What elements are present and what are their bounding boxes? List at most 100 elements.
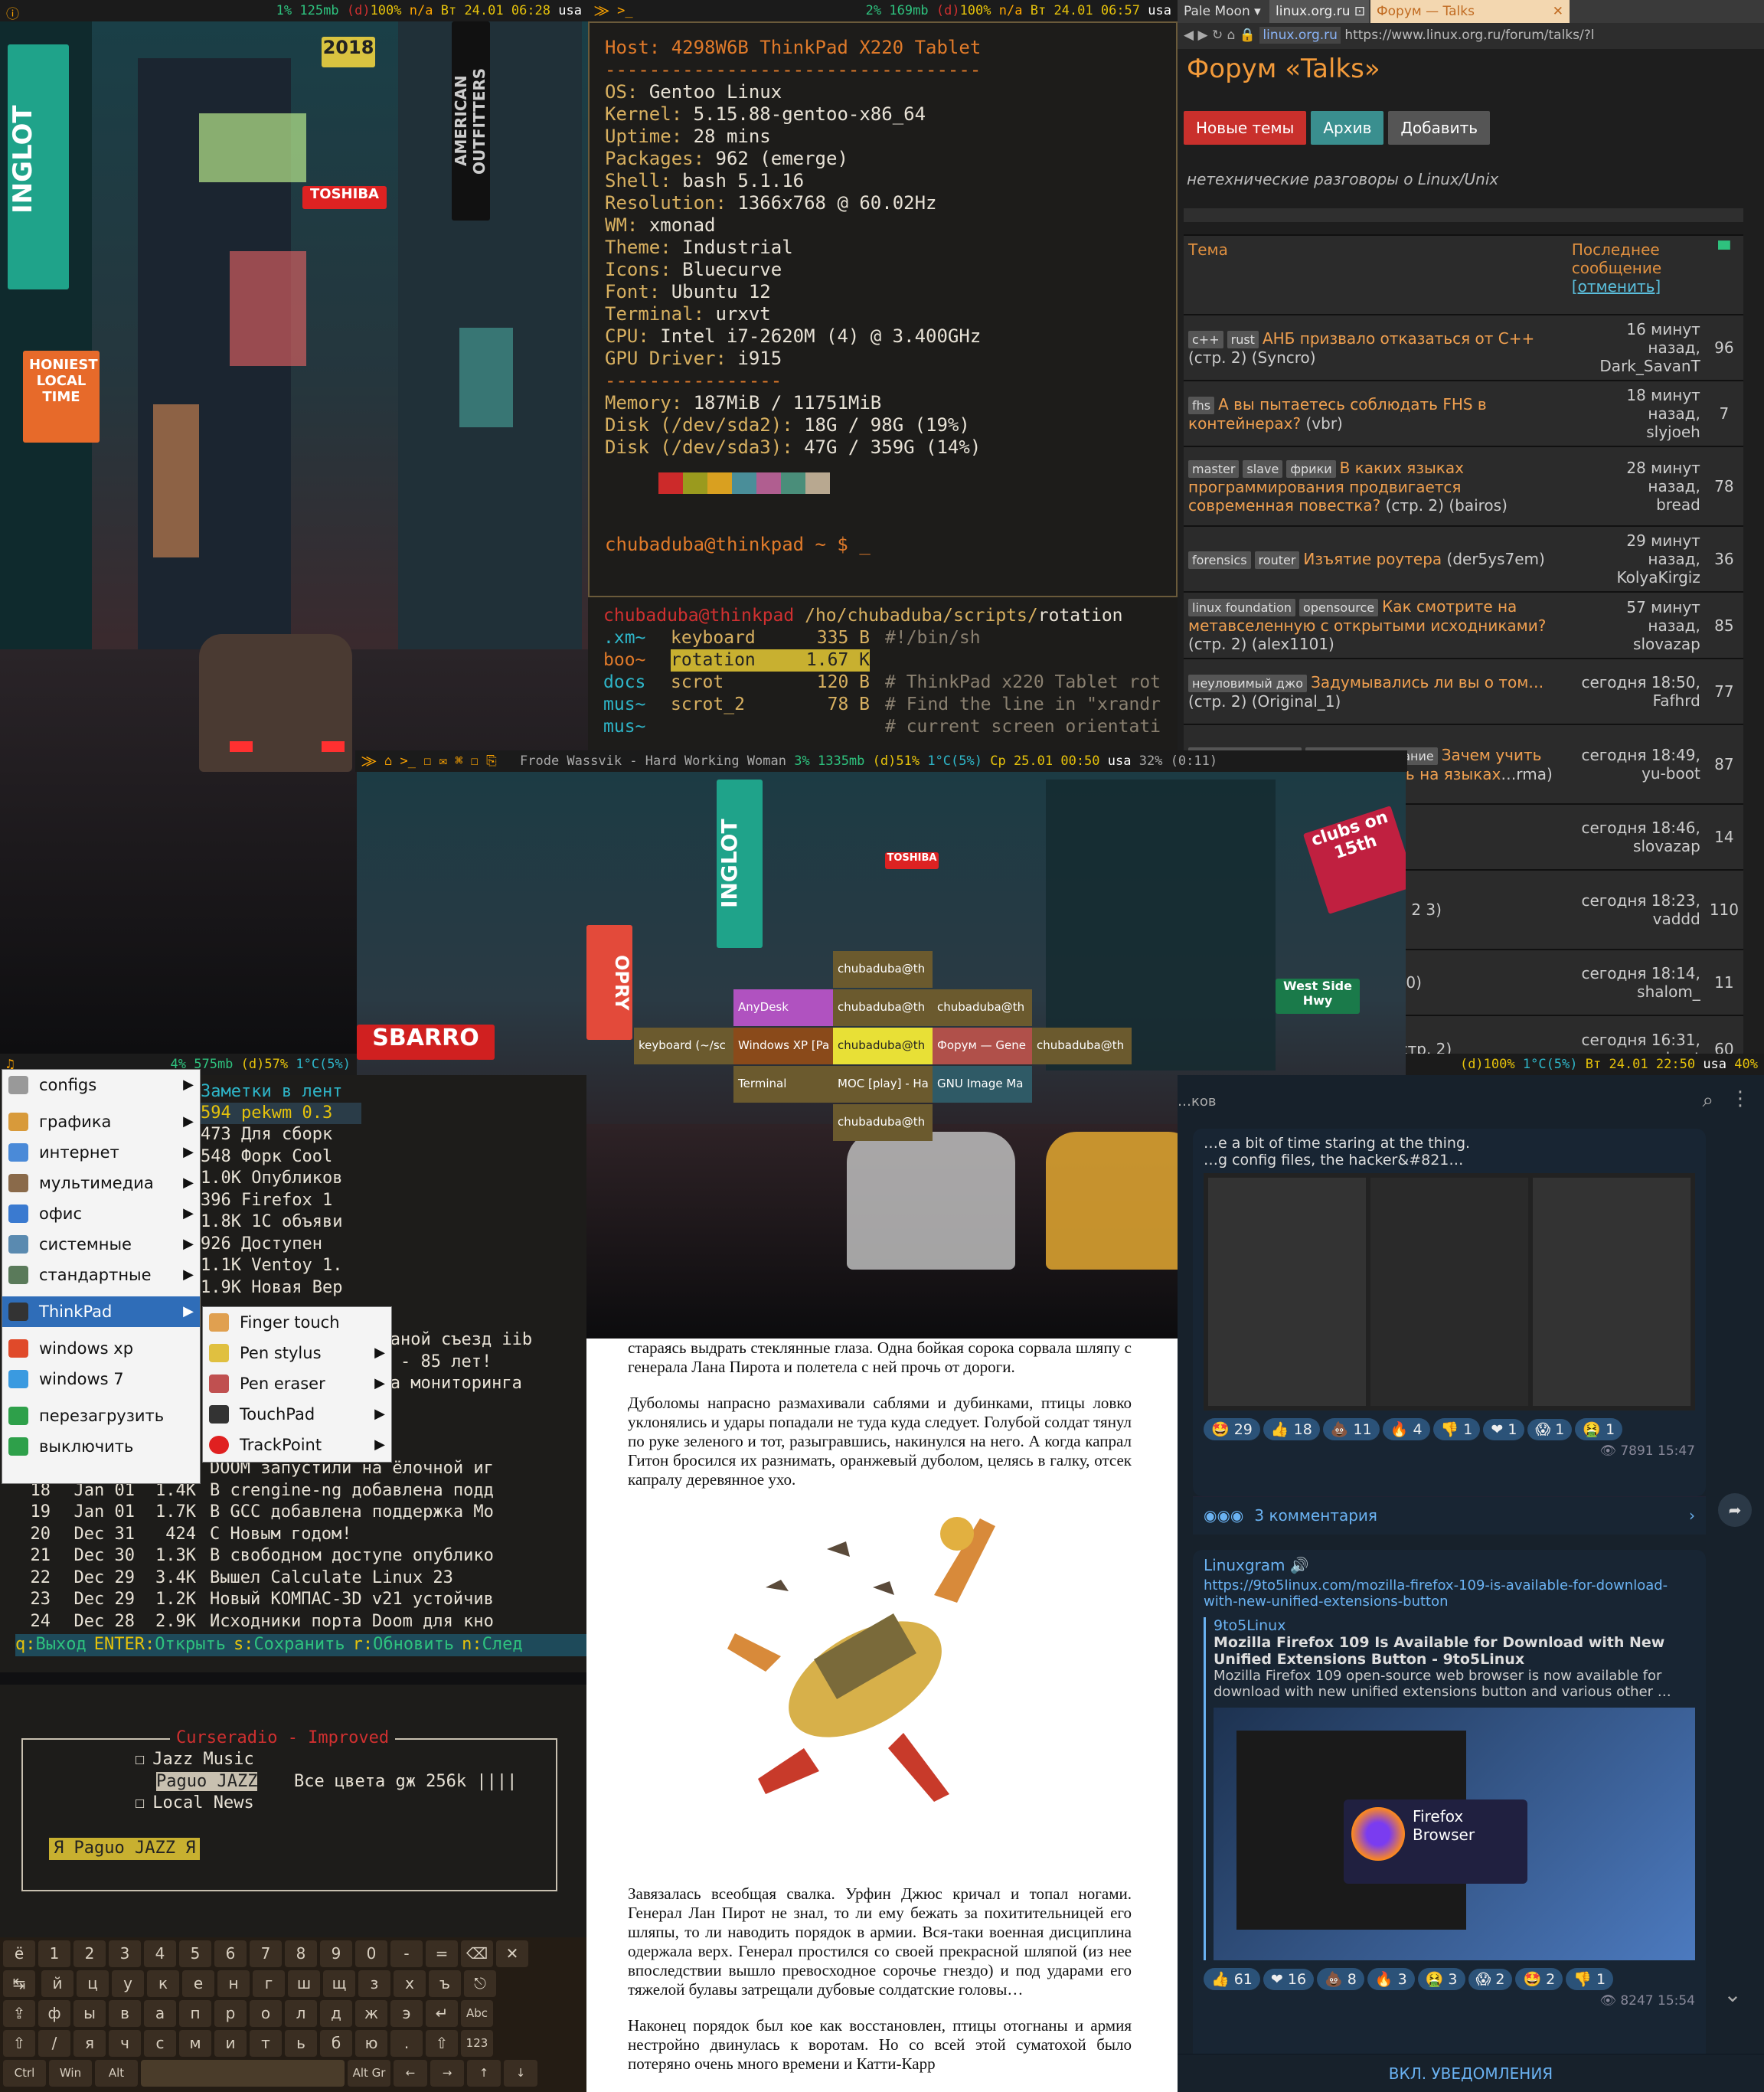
rss-row[interactable]: 21 Dec 30 1.3K В свободном доступе опублико bbox=[15, 1545, 586, 1567]
reaction-badge[interactable]: ❤ 1 bbox=[1483, 1419, 1525, 1440]
keyboard-key[interactable]: ю bbox=[355, 2030, 387, 2057]
archive-button[interactable]: Архив bbox=[1311, 111, 1384, 145]
keyboard-key[interactable]: 6 bbox=[214, 1940, 247, 1967]
keyboard-key[interactable]: м bbox=[179, 2030, 211, 2057]
switcher-tile[interactable]: GNU Image Ma bbox=[933, 1066, 1032, 1103]
keyboard-key[interactable]: а bbox=[144, 2000, 176, 2027]
ranger-file-entry[interactable]: scrot 120 B bbox=[671, 672, 870, 694]
reaction-badge[interactable]: 💩 8 bbox=[1317, 1968, 1364, 1990]
switcher-tile[interactable]: Windows XP [Pa bbox=[733, 1028, 833, 1064]
rss-row[interactable]: 24 Dec 28 2.9K Исходники порта Doom для кно bbox=[15, 1611, 586, 1633]
rss-item[interactable]: 926 Доступен bbox=[201, 1234, 361, 1256]
reaction-badge[interactable]: 🤮 1 bbox=[1575, 1418, 1623, 1440]
switcher-tile[interactable]: chubaduba@th bbox=[833, 951, 933, 988]
rss-item[interactable]: 1.9K Новая Вер bbox=[201, 1277, 361, 1299]
rss-row[interactable]: 19 Jan 01 1.7K В GCC добавлена поддержка Mo bbox=[15, 1502, 586, 1524]
last-post-user[interactable]: shalom_ bbox=[1572, 982, 1700, 1001]
notifications-button[interactable]: ВКЛ. УВЕДОМЛЕНИЯ bbox=[1178, 2054, 1764, 2092]
topic-row[interactable]: linux foundation opensource Как смотрите н… bbox=[1184, 591, 1743, 659]
ranger-file-entry[interactable]: rotation 1.67 K bbox=[671, 649, 870, 672]
topic-tag[interactable]: master bbox=[1188, 459, 1240, 478]
menu-item[interactable]: мультимедиа ▶ bbox=[2, 1168, 200, 1198]
keyboard-key[interactable]: 123 bbox=[461, 2030, 493, 2057]
topic-title[interactable]: Изъятие роутера bbox=[1303, 550, 1442, 568]
topic-tag[interactable]: fhs bbox=[1188, 396, 1215, 414]
last-post-user[interactable]: Fafhrd bbox=[1572, 691, 1700, 710]
menu-item[interactable]: интернет ▶ bbox=[2, 1137, 200, 1168]
keyboard-key[interactable]: Abc bbox=[461, 2000, 493, 2027]
topic-tag[interactable]: opensource bbox=[1299, 599, 1379, 616]
neofetch-terminal[interactable]: Host: 4298W6B ThinkPad X220 Tablet -----… bbox=[588, 21, 1178, 597]
keyboard-key[interactable]: 7 bbox=[250, 1940, 282, 1967]
keyboard-key[interactable]: п bbox=[179, 2000, 211, 2027]
switcher-tile[interactable]: chubaduba@th bbox=[833, 1104, 933, 1141]
topic-row[interactable]: forensics router Изъятие роутера (der5ys7e… bbox=[1184, 525, 1743, 592]
switcher-tile[interactable]: chubaduba@th bbox=[933, 989, 1032, 1026]
switcher-tile[interactable]: Форум — Gene bbox=[933, 1028, 1032, 1064]
keyboard-key[interactable]: ы bbox=[74, 2000, 106, 2027]
reaction-badge[interactable]: ❤ 16 bbox=[1263, 1969, 1315, 1990]
keyboard-key[interactable]: ↓ bbox=[504, 2060, 537, 2087]
topic-title[interactable]: АНБ призвало отказаться от C++ bbox=[1263, 329, 1534, 348]
topic-row[interactable]: master slave фрики В каких языках программи… bbox=[1184, 446, 1743, 526]
topic-tag[interactable]: linux foundation bbox=[1188, 599, 1296, 616]
keyboard-key[interactable]: г bbox=[253, 1970, 285, 1997]
menu-item[interactable]: configs ▶ bbox=[2, 1070, 200, 1100]
rss-row[interactable]: 20 Dec 31 424 С Новым годом! bbox=[15, 1524, 586, 1546]
reaction-badge[interactable]: 🔥 4 bbox=[1382, 1418, 1430, 1440]
browser-menu-tab[interactable]: Pale Moon ▾ bbox=[1178, 0, 1269, 23]
ranger-parent-entry[interactable]: boo~ bbox=[603, 649, 665, 672]
share-button[interactable]: ➦ bbox=[1718, 1493, 1752, 1527]
curseradio-terminal[interactable]: Curseradio - Improved ☐ Jazz Music Paguo J… bbox=[0, 1685, 586, 1937]
topic-row[interactable]: неуловимый джо Задумывались ли вы о том… … bbox=[1184, 658, 1743, 724]
forward-icon[interactable]: ▶ bbox=[1197, 28, 1207, 43]
keyboard-key[interactable]: 9 bbox=[320, 1940, 352, 1967]
topic-tag[interactable]: rust bbox=[1227, 330, 1259, 348]
rss-row[interactable]: 23 Dec 29 1.2K Новый КОМПАС-3D v21 устойчив bbox=[15, 1589, 586, 1611]
switcher-tile[interactable]: AnyDesk bbox=[733, 989, 833, 1026]
keyboard-key[interactable]: й bbox=[41, 1970, 74, 1997]
topic-tag[interactable]: router bbox=[1254, 551, 1300, 569]
keyboard-key[interactable]: 5 bbox=[179, 1940, 211, 1967]
menu-item[interactable]: выключить bbox=[2, 1431, 200, 1462]
last-post-user[interactable]: vaddd bbox=[1572, 910, 1700, 928]
ranger-parent-entry[interactable]: docs bbox=[603, 672, 665, 694]
keyboard-key[interactable]: ← bbox=[394, 2060, 427, 2087]
rss-item[interactable]: 1.1K Ventoy 1. bbox=[201, 1255, 361, 1277]
keyboard-key[interactable]: е bbox=[182, 1970, 214, 1997]
keyboard-key[interactable]: 0 bbox=[355, 1940, 387, 1967]
reaction-badge[interactable]: 🤩 29 bbox=[1204, 1418, 1260, 1440]
rss-item[interactable]: 1.8K 1С объяви bbox=[201, 1211, 361, 1234]
menu-item[interactable]: TouchPad ▶ bbox=[203, 1399, 391, 1430]
message-link[interactable]: https://9to5linux.com/mozilla-firefox-10… bbox=[1193, 1574, 1706, 1613]
search-icon[interactable]: ⌕ bbox=[1702, 1089, 1713, 1113]
last-post-user[interactable]: slovazap bbox=[1572, 635, 1700, 653]
menu-item[interactable]: графика ▶ bbox=[2, 1106, 200, 1137]
ranger-file-manager[interactable]: chubaduba@thinkpad /ho/chubaduba/scripts… bbox=[588, 597, 1178, 750]
last-post-user[interactable]: KolyaKirgiz bbox=[1572, 568, 1700, 587]
keyboard-key[interactable]: я bbox=[74, 2030, 106, 2057]
keyboard-key[interactable]: → bbox=[430, 2060, 464, 2087]
topic-row[interactable]: c++ rust АНБ призвало отказаться от C++ (с… bbox=[1184, 314, 1743, 381]
keyboard-key[interactable]: ф bbox=[38, 2000, 70, 2027]
menu-item[interactable]: офис ▶ bbox=[2, 1198, 200, 1229]
keyboard-key[interactable]: ч bbox=[109, 2030, 141, 2057]
switcher-tile[interactable]: keyboard (~/sc bbox=[634, 1028, 733, 1064]
url-field[interactable]: https://www.linux.org.ru/forum/talks/?l bbox=[1344, 28, 1594, 43]
topic-title[interactable]: Задумывались ли вы о том… bbox=[1311, 673, 1544, 691]
menu-item[interactable]: windows xp bbox=[2, 1333, 200, 1364]
keyboard-key[interactable]: = bbox=[426, 1940, 458, 1967]
menu-item[interactable]: ThinkPad ▶ bbox=[2, 1296, 200, 1327]
switcher-tile[interactable]: chubaduba@th bbox=[1032, 1028, 1132, 1064]
reaction-badge[interactable]: 🤮 3 bbox=[1417, 1968, 1465, 1990]
keyboard-key[interactable]: к bbox=[147, 1970, 179, 1997]
topic-tag[interactable]: slave bbox=[1243, 459, 1283, 478]
keyboard-key[interactable]: з bbox=[358, 1970, 390, 1997]
keyboard-key[interactable]: э bbox=[390, 2000, 423, 2027]
book-reader[interactable]: стараясь выдрать стеклянные глаза. Одна … bbox=[586, 1339, 1162, 2092]
keyboard-key[interactable]: 1 bbox=[38, 1940, 70, 1967]
keyboard-key[interactable]: ⌫ bbox=[461, 1940, 493, 1967]
reaction-badge[interactable]: 🤩 2 bbox=[1515, 1968, 1563, 1990]
comments-row[interactable]: ◉◉◉ 3 комментария › bbox=[1193, 1496, 1706, 1535]
topic-tag[interactable]: forensics bbox=[1188, 551, 1251, 569]
